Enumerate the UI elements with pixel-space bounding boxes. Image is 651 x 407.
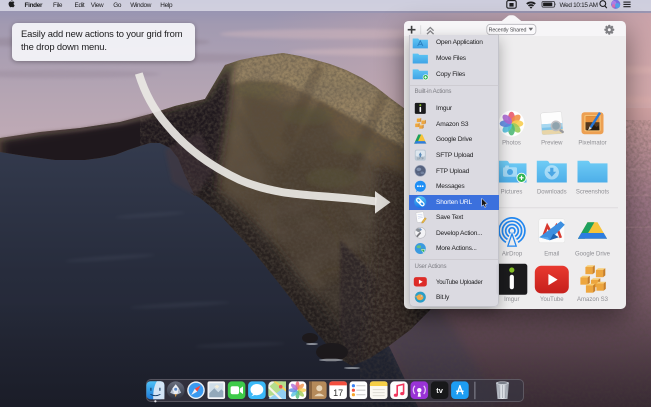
- svg-text:YouTube: YouTube: [540, 297, 564, 303]
- svg-text:Preview: Preview: [541, 140, 563, 146]
- svg-text:Amazon S3: Amazon S3: [577, 297, 609, 303]
- svg-text:Photos: Photos: [502, 140, 521, 146]
- svg-text:Imgur: Imgur: [504, 297, 519, 303]
- svg-text:Pictures: Pictures: [501, 189, 523, 195]
- svg-text:Email: Email: [544, 251, 559, 257]
- svg-text:17: 17: [333, 388, 343, 398]
- svg-text:Recently Shared: Recently Shared: [489, 27, 527, 33]
- svg-text:Pixelmator: Pixelmator: [578, 140, 606, 146]
- svg-text:AirDrop: AirDrop: [502, 251, 523, 257]
- svg-text:Screenshots: Screenshots: [576, 189, 609, 195]
- svg-text:Downloads: Downloads: [537, 189, 567, 195]
- svg-text:Google Drive: Google Drive: [575, 251, 611, 257]
- svg-text:tv: tv: [436, 386, 443, 395]
